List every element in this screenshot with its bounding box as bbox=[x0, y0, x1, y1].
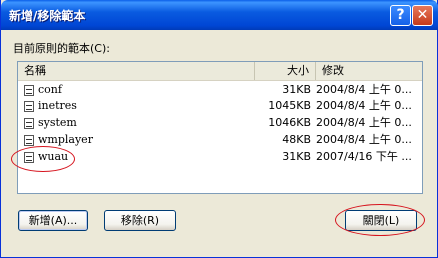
annotation-circle-wuau bbox=[11, 146, 75, 172]
column-header-size[interactable]: 大小 bbox=[255, 62, 316, 80]
template-name: conf bbox=[38, 83, 62, 96]
close-window-button[interactable]: ✕ bbox=[412, 5, 433, 26]
template-modified: 2004/8/4 上午 0... bbox=[316, 133, 412, 146]
column-header-modified[interactable]: 修改 bbox=[316, 62, 422, 80]
template-name: system bbox=[38, 116, 77, 129]
annotation-circle-close bbox=[335, 204, 425, 236]
template-modified: 2007/4/16 下午 ... bbox=[316, 150, 412, 163]
template-name: inetres bbox=[38, 99, 77, 112]
template-file-icon bbox=[24, 85, 34, 96]
list-item[interactable]: wmplayer 48KB 2004/8/4 上午 0... bbox=[18, 132, 422, 149]
list-header: 名稱 大小 修改 bbox=[18, 62, 422, 81]
help-button[interactable]: ? bbox=[390, 5, 411, 26]
template-modified: 2004/8/4 上午 0... bbox=[316, 83, 412, 96]
template-size: 1046KB bbox=[268, 116, 311, 129]
template-size: 48KB bbox=[282, 133, 311, 146]
template-file-icon bbox=[24, 118, 34, 129]
list-item[interactable]: inetres 1045KB 2004/8/4 上午 0... bbox=[18, 98, 422, 115]
template-file-icon bbox=[24, 135, 34, 146]
list-item[interactable]: conf 31KB 2004/8/4 上午 0... bbox=[18, 82, 422, 99]
list-item[interactable]: wuau 31KB 2007/4/16 下午 ... bbox=[18, 149, 422, 166]
template-size: 31KB bbox=[282, 150, 311, 163]
template-size: 1045KB bbox=[268, 99, 311, 112]
template-modified: 2004/8/4 上午 0... bbox=[316, 116, 412, 129]
title-bar[interactable]: 新增/移除範本 ? ✕ bbox=[1, 0, 438, 30]
column-header-name[interactable]: 名稱 bbox=[18, 62, 255, 80]
template-modified: 2004/8/4 上午 0... bbox=[316, 99, 412, 112]
list-item[interactable]: system 1046KB 2004/8/4 上午 0... bbox=[18, 115, 422, 132]
templates-listview[interactable]: 名稱 大小 修改 conf 31KB 2004/8/4 上午 0... inet… bbox=[17, 61, 423, 194]
templates-label: 目前原則的範本(C): bbox=[13, 42, 110, 55]
template-size: 31KB bbox=[282, 83, 311, 96]
window-title: 新增/移除範本 bbox=[9, 9, 86, 23]
remove-button[interactable]: 移除(R) bbox=[104, 210, 176, 231]
template-file-icon bbox=[24, 101, 34, 112]
add-button[interactable]: 新增(A)... bbox=[18, 210, 88, 231]
